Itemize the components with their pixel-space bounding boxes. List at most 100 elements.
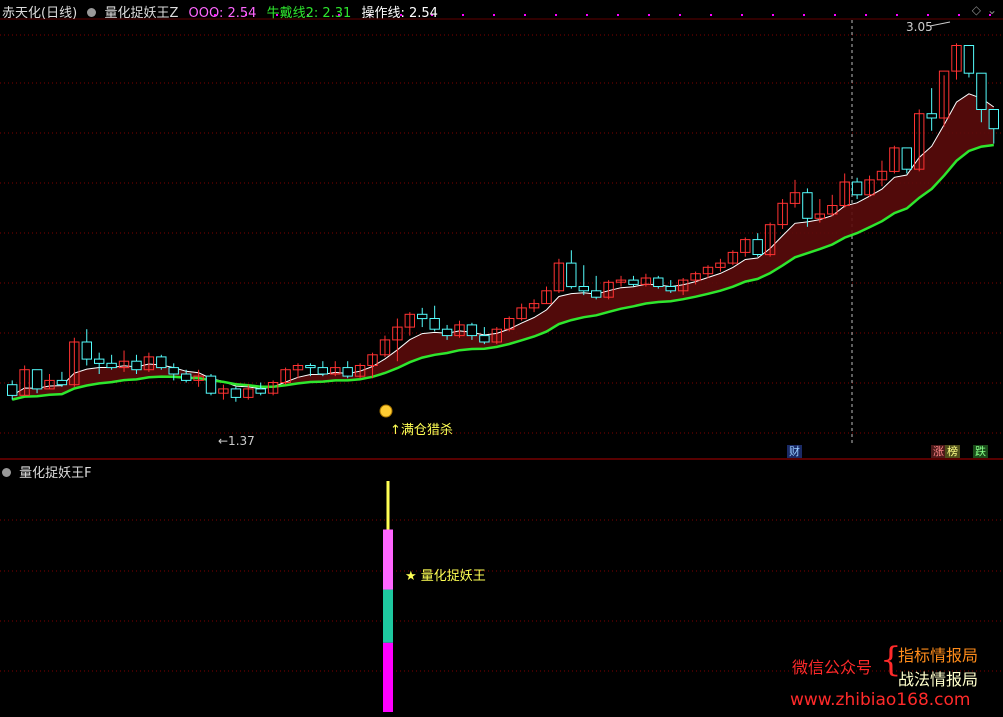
candle	[404, 312, 416, 336]
candle	[640, 273, 652, 287]
watermark-url: www.zhibiao168.com	[790, 690, 971, 710]
candle-body	[988, 109, 999, 130]
candle	[926, 88, 937, 131]
candle-body	[317, 367, 329, 375]
candle	[218, 384, 229, 400]
signal-segment-cyan	[383, 589, 393, 643]
money-bag-icon	[379, 404, 393, 418]
candle	[715, 258, 726, 272]
candle	[342, 361, 353, 379]
top-marker	[927, 14, 929, 16]
header-top: 赤天化(日线) 量化捉妖王Z OOO: 2.54 牛戴线2: 2.31 操作线:…	[2, 2, 438, 21]
top-marker	[555, 14, 557, 16]
tag-die[interactable]: 跌	[973, 445, 988, 458]
candle-body	[230, 388, 242, 398]
candle	[106, 354, 117, 370]
diamond-icon[interactable]: ◇	[972, 3, 981, 17]
scroll-down-icon[interactable]: ⌄	[987, 3, 997, 17]
tag-bang[interactable]: 榜	[945, 445, 960, 458]
candle	[839, 173, 850, 208]
top-marker	[493, 14, 495, 16]
top-marker	[834, 14, 836, 16]
candle	[479, 327, 490, 345]
signal-segment-magenta	[383, 642, 393, 712]
candle	[528, 299, 540, 313]
candle	[665, 280, 676, 293]
candle-body	[963, 45, 975, 74]
top-marker	[648, 14, 650, 16]
collapse-icon[interactable]	[2, 468, 11, 477]
top-marker	[710, 14, 712, 16]
candle-body	[802, 192, 813, 219]
collapse-icon[interactable]	[87, 8, 97, 17]
candle-body	[901, 147, 912, 170]
candle	[752, 233, 763, 257]
band-fill	[12, 93, 994, 400]
top-marker	[462, 14, 464, 16]
signal-label: ↑满仓猎杀	[390, 423, 453, 438]
candle-body	[578, 286, 589, 292]
candle	[876, 160, 888, 187]
candle-body	[429, 318, 440, 330]
candle	[56, 371, 68, 387]
tag-cai[interactable]: 财	[787, 445, 802, 458]
candle-body	[7, 384, 18, 396]
candle	[553, 258, 565, 293]
watermark-wechat: 微信公众号	[792, 658, 873, 677]
candle-body	[628, 279, 639, 285]
candle	[951, 43, 962, 80]
candle	[777, 199, 788, 229]
candle	[255, 382, 266, 396]
low-label: ←1.37	[218, 434, 255, 448]
candle-body	[131, 360, 142, 371]
candle	[851, 177, 863, 200]
candle-body	[81, 341, 92, 360]
candle	[379, 335, 391, 357]
candle-body	[156, 356, 167, 369]
candle	[541, 286, 552, 305]
candle	[628, 275, 639, 287]
high-label: 3.05	[906, 20, 933, 34]
candle	[516, 303, 527, 321]
candle	[504, 316, 515, 332]
candle-body	[94, 358, 105, 364]
header-bottom: 量化捉妖王F	[2, 462, 92, 481]
high-pointer	[929, 21, 951, 27]
candle-body	[205, 375, 217, 394]
candle-body	[752, 239, 763, 256]
chart-canvas	[0, 14, 1003, 712]
candle	[280, 367, 291, 385]
signal-bar	[383, 481, 393, 712]
candle	[417, 307, 428, 328]
top-marker	[586, 14, 588, 16]
candle	[429, 305, 440, 332]
candle	[864, 175, 875, 197]
top-marker	[772, 14, 774, 16]
indicator-name: 量化捉妖王Z	[104, 6, 179, 21]
candle	[591, 275, 602, 300]
stock-name: 赤天化(日线)	[2, 6, 78, 21]
candle	[330, 361, 341, 377]
candle	[578, 265, 589, 296]
candle	[901, 147, 912, 174]
candle-body	[653, 277, 664, 287]
candle	[292, 363, 304, 379]
candle	[889, 145, 900, 174]
top-marker	[617, 14, 619, 16]
indicator-lines	[11, 93, 995, 401]
candle-body	[479, 335, 490, 343]
bull-label: 牛戴线2: 2.31	[266, 6, 352, 21]
candle-body	[851, 181, 863, 196]
candle-body	[466, 324, 478, 337]
tag-zhang[interactable]: 涨	[931, 445, 946, 458]
candle	[156, 354, 167, 370]
candle-body	[976, 72, 987, 110]
candle	[230, 386, 242, 402]
ooo-label: OOO: 2.54	[188, 6, 257, 21]
candle-body	[566, 262, 577, 288]
candle-body	[255, 388, 266, 394]
top-marker	[958, 14, 960, 16]
signal-segment-pink	[383, 529, 393, 590]
candle-body	[926, 113, 937, 119]
bottom-signal-label: ★ 量化捉妖王	[405, 569, 486, 584]
